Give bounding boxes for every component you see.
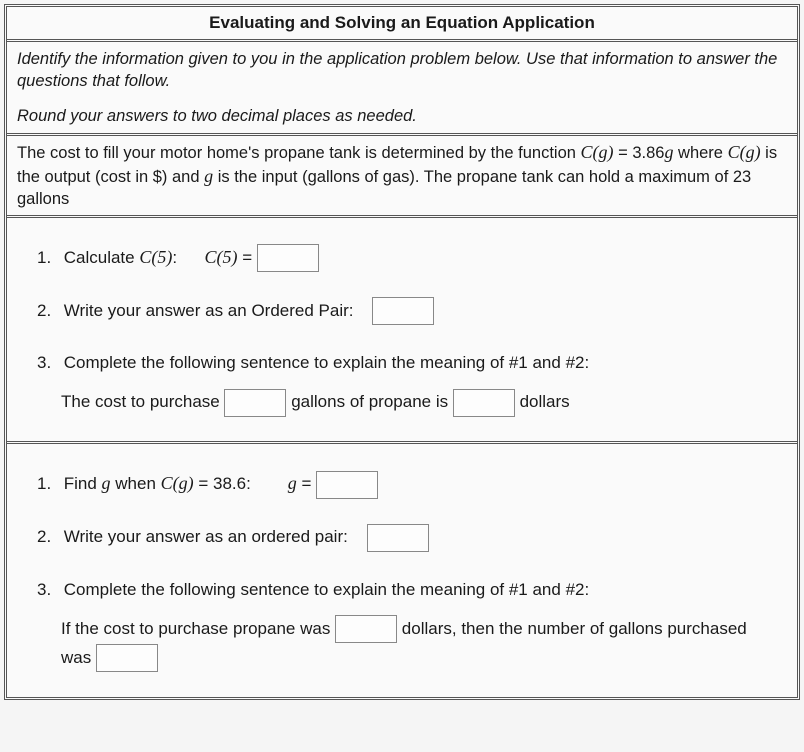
question-b3: 3. Complete the following sentence to ex…: [37, 570, 777, 679]
answer-input-b1[interactable]: [316, 471, 378, 499]
problem-func-mid: where: [673, 144, 727, 162]
question-text-pre: Find: [64, 474, 102, 493]
question-text: Calculate: [64, 248, 140, 267]
question-eq: = 38.6:: [194, 474, 251, 493]
answer-label-eq: =: [238, 248, 257, 267]
question-a3: 3. Complete the following sentence to ex…: [37, 343, 777, 423]
question-text: Complete the following sentence to expla…: [64, 580, 589, 599]
answer-input-b2[interactable]: [367, 524, 429, 552]
answer-input-a3-gallons[interactable]: [224, 389, 286, 417]
question-text: Write your answer as an ordered pair:: [64, 527, 348, 546]
answer-input-b3-dollars[interactable]: [335, 615, 397, 643]
answer-label-var: g: [288, 473, 297, 493]
problem-text-pre: The cost to fill your motor home's propa…: [17, 144, 581, 162]
instructions-round: Round your answers to two decimal places…: [17, 105, 787, 127]
question-math: C(g): [161, 473, 194, 493]
worksheet-container: Evaluating and Solving an Equation Appli…: [4, 4, 800, 700]
problem-func-var2: g: [204, 166, 213, 186]
question-number: 2.: [37, 297, 59, 326]
fill-mid: gallons of propane is: [291, 392, 453, 411]
question-number: 1.: [37, 470, 59, 499]
answer-input-a1[interactable]: [257, 244, 319, 272]
question-b1: 1. Find g when C(g) = 38.6: g =: [37, 462, 777, 505]
problem-func-lhs2: C(g): [728, 142, 761, 162]
section-b: 1. Find g when C(g) = 38.6: g = 2. Write…: [7, 444, 797, 696]
answer-input-a2[interactable]: [372, 297, 434, 325]
question-math: C(5): [139, 247, 172, 267]
question-a1: 1. Calculate C(5): C(5) =: [37, 236, 777, 279]
section-a: 1. Calculate C(5): C(5) = 2. Write your …: [7, 218, 797, 445]
instructions-block: Identify the information given to you in…: [7, 42, 797, 136]
problem-func-lhs: C(g): [581, 142, 614, 162]
answer-input-a3-dollars[interactable]: [453, 389, 515, 417]
fill-pre: The cost to purchase: [61, 392, 224, 411]
problem-statement: The cost to fill your motor home's propa…: [7, 136, 797, 218]
worksheet-title: Evaluating and Solving an Equation Appli…: [7, 7, 797, 42]
question-a2: 2. Write your answer as an Ordered Pair:: [37, 291, 777, 332]
problem-func-eq: = 3.86: [614, 144, 665, 162]
question-number: 3.: [37, 576, 59, 605]
question-b2: 2. Write your answer as an ordered pair:: [37, 517, 777, 558]
answer-label-math: C(5): [205, 247, 238, 267]
question-var: g: [102, 473, 111, 493]
question-a3-fill: The cost to purchase gallons of propane …: [61, 388, 777, 417]
answer-input-b3-gallons[interactable]: [96, 644, 158, 672]
question-number: 3.: [37, 349, 59, 378]
question-text: Write your answer as an Ordered Pair:: [64, 301, 354, 320]
instructions-main: Identify the information given to you in…: [17, 48, 787, 93]
question-text: Complete the following sentence to expla…: [64, 353, 589, 372]
question-text-mid: when: [111, 474, 161, 493]
question-number: 2.: [37, 523, 59, 552]
answer-label-eq: =: [297, 474, 316, 493]
question-b3-fill: If the cost to purchase propane was doll…: [61, 615, 777, 673]
fill-pre: If the cost to purchase propane was: [61, 619, 335, 638]
question-colon: :: [172, 248, 177, 267]
fill-post: dollars: [520, 392, 570, 411]
question-number: 1.: [37, 244, 59, 273]
